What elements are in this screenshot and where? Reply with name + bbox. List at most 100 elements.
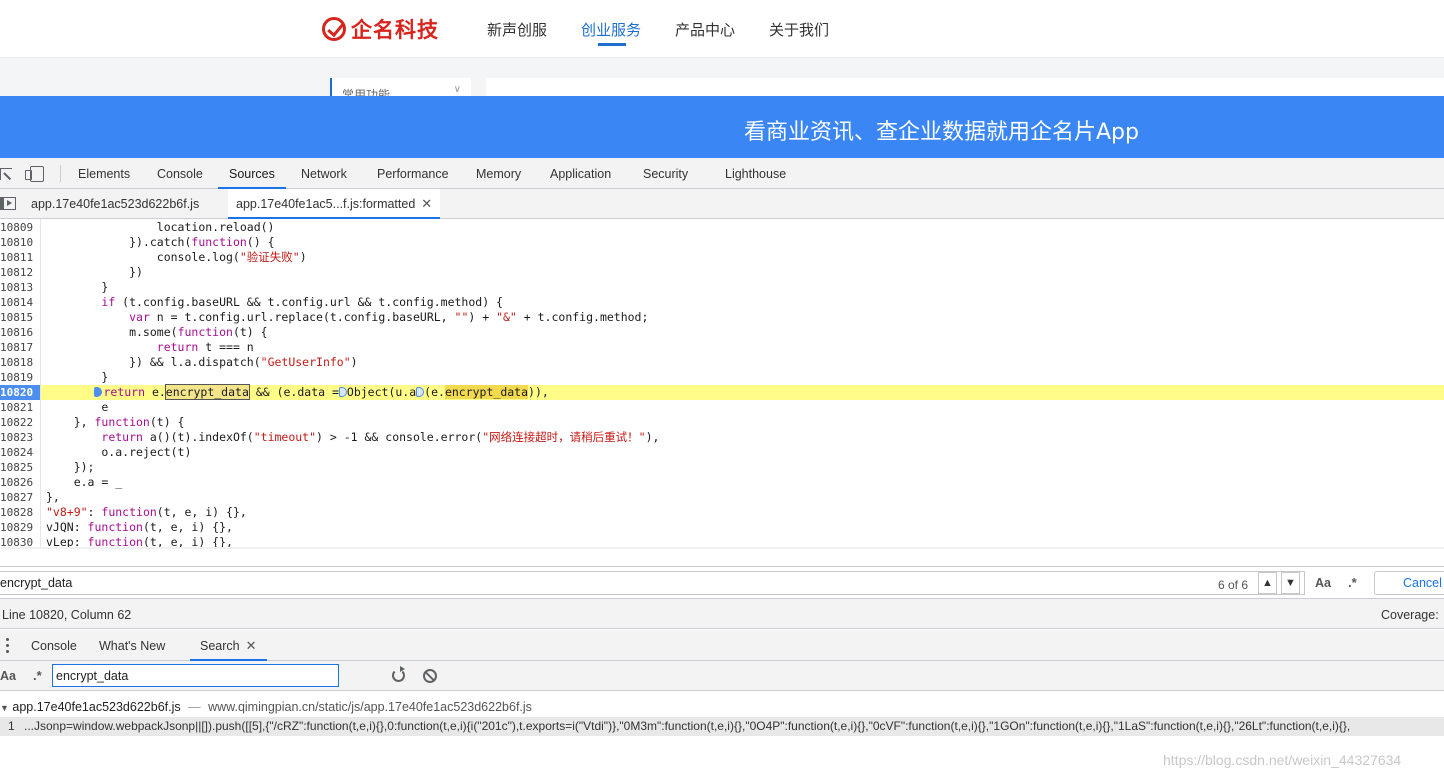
- line-number[interactable]: 10818: [0, 355, 40, 370]
- tab-lighthouse[interactable]: Lighthouse: [725, 158, 786, 189]
- line-number[interactable]: 10819: [0, 370, 40, 385]
- drawer-tab-search[interactable]: Search ✕: [190, 630, 267, 661]
- tab-sources[interactable]: Sources: [218, 158, 286, 189]
- search-match-case-toggle[interactable]: Aa: [0, 669, 16, 683]
- code-line[interactable]: 10818 }) && l.a.dispatch("GetUserInfo"): [0, 355, 1444, 370]
- find-previous-button[interactable]: ▲: [1258, 572, 1277, 594]
- tab-performance[interactable]: Performance: [377, 158, 449, 189]
- code-line[interactable]: 10819 }: [0, 370, 1444, 385]
- line-number[interactable]: 10809: [0, 220, 40, 235]
- line-number[interactable]: 10814: [0, 295, 40, 310]
- devtools-panel: Elements Console Sources Network Perform…: [0, 158, 1444, 780]
- regex-toggle[interactable]: .*: [1348, 575, 1357, 590]
- line-number[interactable]: 10828: [0, 505, 40, 520]
- tab-memory[interactable]: Memory: [476, 158, 521, 189]
- search-regex-toggle[interactable]: .*: [33, 668, 42, 683]
- code-line[interactable]: 10810 }).catch(function() {: [0, 235, 1444, 250]
- line-number[interactable]: 10817: [0, 340, 40, 355]
- search-input[interactable]: [52, 664, 339, 687]
- result-match-row[interactable]: 1 ...Jsonp=window.webpackJsonp||[]).push…: [0, 717, 1444, 736]
- file-tab-formatted[interactable]: app.17e40fe1ac5...f.js:formatted ✕: [228, 189, 441, 219]
- result-file-header[interactable]: ▼ app.17e40fe1ac523d622b6f.js — www.qimi…: [0, 700, 532, 714]
- search-match: encrypt_data: [444, 385, 529, 399]
- file-tab-original[interactable]: app.17e40fe1ac523d622b6f.js: [23, 189, 207, 219]
- code-line[interactable]: 10816 m.some(function(t) {: [0, 325, 1444, 340]
- code-line[interactable]: 10827},: [0, 490, 1444, 505]
- code-line[interactable]: 10812 }): [0, 265, 1444, 280]
- tab-elements[interactable]: Elements: [78, 158, 130, 189]
- code-text: location.reload(): [46, 220, 275, 234]
- line-number[interactable]: 10811: [0, 250, 40, 265]
- close-icon[interactable]: ✕: [421, 196, 432, 211]
- nav-item-about[interactable]: 关于我们: [769, 19, 829, 40]
- find-cancel-button[interactable]: Cancel: [1374, 571, 1444, 595]
- match-case-toggle[interactable]: Aa: [1315, 576, 1331, 590]
- code-text: return e.encrypt_data && (e.data = Object…: [46, 384, 549, 400]
- line-number[interactable]: 10821: [0, 400, 40, 415]
- code-line[interactable]: 10821 e: [0, 400, 1444, 415]
- line-number[interactable]: 10826: [0, 475, 40, 490]
- line-number[interactable]: 10825: [0, 460, 40, 475]
- site-logo[interactable]: 企名科技: [322, 14, 439, 44]
- line-number[interactable]: 10816: [0, 325, 40, 340]
- find-input[interactable]: [0, 571, 1305, 595]
- tab-network[interactable]: Network: [301, 158, 347, 189]
- side-menu[interactable]: 常用功能 ∨: [330, 78, 471, 98]
- code-line[interactable]: 10813 }: [0, 280, 1444, 295]
- inline-breakpoint-icon[interactable]: [94, 387, 103, 397]
- clear-icon[interactable]: [423, 669, 437, 683]
- code-text: return t === n: [156, 340, 254, 354]
- more-vert-icon[interactable]: [6, 638, 9, 653]
- refresh-icon[interactable]: [392, 666, 405, 682]
- line-number[interactable]: 10820: [0, 385, 40, 400]
- expand-triangle-icon[interactable]: ▼: [0, 703, 9, 713]
- inspect-element-icon[interactable]: [0, 168, 12, 180]
- line-number[interactable]: 10812: [0, 265, 40, 280]
- horizontal-scrollbar[interactable]: [0, 547, 1444, 549]
- tab-application[interactable]: Application: [550, 158, 611, 189]
- code-line[interactable]: 10829 vJQN: function(t, e, i) {},: [0, 520, 1444, 535]
- find-next-button[interactable]: ▼: [1281, 572, 1300, 594]
- code-line[interactable]: 10825 });: [0, 460, 1444, 475]
- toolbar-divider: [60, 165, 61, 182]
- code-line[interactable]: 10809 location.reload(): [0, 220, 1444, 235]
- line-number[interactable]: 10829: [0, 520, 40, 535]
- line-number[interactable]: 10822: [0, 415, 40, 430]
- line-number[interactable]: 10815: [0, 310, 40, 325]
- nav-item-startup-services[interactable]: 创业服务: [581, 19, 641, 40]
- chevron-down-icon: ▼: [1285, 577, 1296, 589]
- line-number[interactable]: 10827: [0, 490, 40, 505]
- code-line[interactable]: 10811 console.log("验证失败"): [0, 250, 1444, 265]
- code-text: var n = t.config.url.replace(t.config.ba…: [129, 310, 649, 324]
- nav-item-xinsheng[interactable]: 新声创服: [487, 19, 547, 40]
- nav-item-products[interactable]: 产品中心: [675, 19, 735, 40]
- navigator-toggle-icon[interactable]: [0, 197, 16, 210]
- code-line[interactable]: 10814 if (t.config.baseURL && t.config.u…: [0, 295, 1444, 310]
- code-text: }).catch(function() {: [46, 235, 275, 249]
- code-line-paused[interactable]: 10820 return e.encrypt_data && (e.data =…: [0, 384, 1444, 400]
- line-number[interactable]: 10823: [0, 430, 40, 445]
- tab-console[interactable]: Console: [157, 158, 203, 189]
- code-editor[interactable]: 10809 location.reload() 10810 }).catch(fu…: [0, 219, 1444, 549]
- line-number[interactable]: 10810: [0, 235, 40, 250]
- inline-breakpoint-icon[interactable]: [416, 387, 425, 397]
- line-number[interactable]: 10813: [0, 280, 40, 295]
- code-line[interactable]: 10817 return t === n: [0, 340, 1444, 355]
- device-toolbar-icon[interactable]: [25, 166, 44, 182]
- coverage-label[interactable]: Coverage:: [1381, 608, 1439, 622]
- tab-security[interactable]: Security: [643, 158, 688, 189]
- code-line[interactable]: 10815 var n = t.config.url.replace(t.con…: [0, 310, 1444, 325]
- code-line[interactable]: 10822 }, function(t) {: [0, 415, 1444, 430]
- code-line[interactable]: 10826 e.a = _: [0, 475, 1444, 490]
- drawer-tab-whats-new[interactable]: What's New: [99, 630, 165, 661]
- code-text: }: [46, 280, 109, 294]
- code-line[interactable]: 10824 o.a.reject(t): [0, 445, 1444, 460]
- inline-breakpoint-icon[interactable]: [338, 387, 347, 397]
- line-number[interactable]: 10824: [0, 445, 40, 460]
- code-line[interactable]: 10823 return a()(t).indexOf("timeout") >…: [0, 430, 1444, 445]
- source-file-tabs: app.17e40fe1ac523d622b6f.js app.17e40fe1…: [0, 189, 1444, 219]
- promo-banner[interactable]: 看商业资讯、查企业数据就用企名片App: [0, 96, 1444, 158]
- code-line[interactable]: 10828 "v8+9": function(t, e, i) {},: [0, 505, 1444, 520]
- close-icon[interactable]: ✕: [246, 638, 257, 653]
- drawer-tab-console[interactable]: Console: [31, 630, 77, 661]
